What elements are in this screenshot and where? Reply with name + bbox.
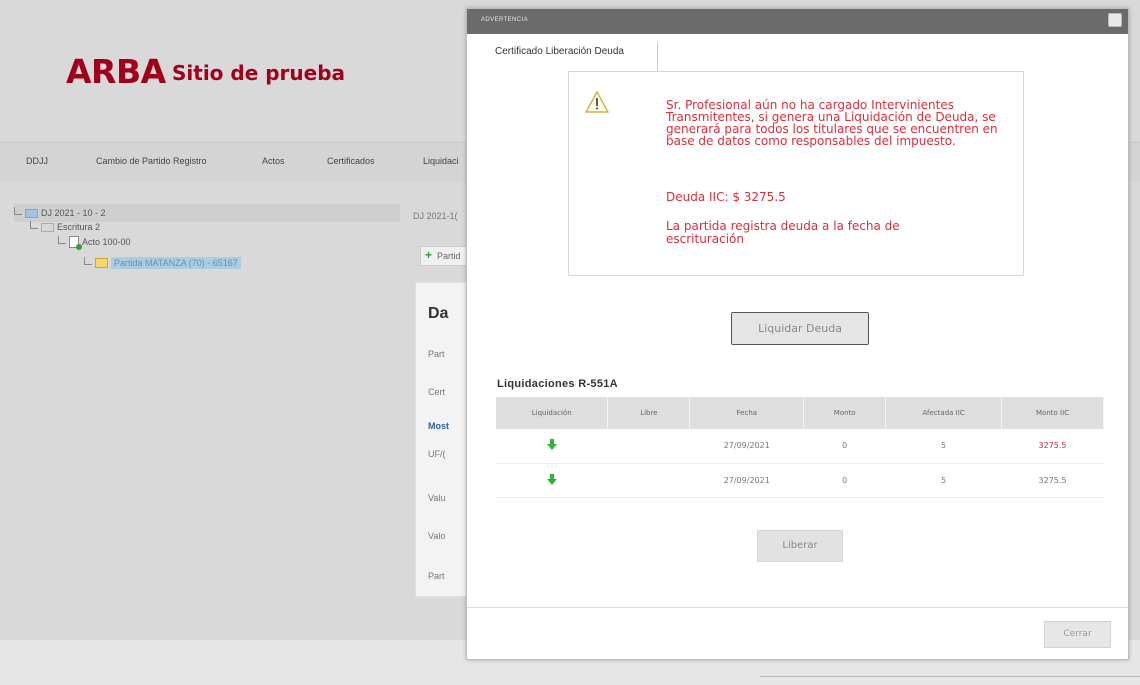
add-partida-button[interactable]: Partid (420, 246, 470, 266)
liquidar-deuda-button[interactable]: Liquidar Deuda (731, 312, 869, 345)
card-row-label: Part (428, 349, 445, 359)
tree-item-root[interactable]: DJ 2021 - 10 - 2 (14, 204, 400, 222)
tree-label: Partida MATANZA (70) - 65167 (111, 257, 241, 269)
folder-open-icon (25, 208, 38, 218)
nav-item-ddjj[interactable]: DDJJ (26, 156, 48, 166)
card-row-label: Part (428, 571, 445, 581)
afectada-cell: 5 (885, 429, 1002, 464)
tree-item-acto[interactable]: Acto 100-00 (58, 236, 131, 250)
card-link[interactable]: Most (428, 421, 449, 431)
download-icon[interactable] (546, 473, 557, 485)
fecha-cell: 27/09/2021 (689, 429, 804, 464)
liquidaciones-table: Liquidación Libre Fecha Monto Afectada I… (496, 397, 1104, 498)
arba-logo: ARBA (66, 52, 166, 91)
libre-cell (607, 429, 690, 464)
title-divider (657, 42, 658, 72)
card-title: Da (428, 305, 449, 322)
column-header: Fecha (689, 397, 805, 429)
footer-divider (467, 607, 1128, 608)
close-icon[interactable] (1108, 13, 1122, 27)
liquidacion-cell (496, 429, 608, 464)
nav-item-cambio-partido[interactable]: Cambio de Partido Registro (96, 156, 207, 166)
tree-label: Acto 100-00 (82, 237, 131, 247)
card-row-label: UF/( (428, 449, 446, 459)
bottom-divider (760, 676, 1140, 677)
nav-item-actos[interactable]: Actos (262, 156, 285, 166)
expand-icon[interactable] (30, 221, 38, 229)
table-row: 27/09/2021 0 5 3275.5 (496, 429, 1104, 464)
liberar-button[interactable]: Liberar (757, 530, 843, 562)
libre-cell (607, 463, 690, 498)
tree-item-partida[interactable]: Partida MATANZA (70) - 65167 (84, 257, 241, 269)
column-header: Monto IIC (1001, 397, 1104, 429)
debt-amount: Deuda IIC: $ 3275.5 (666, 190, 786, 204)
site-subtitle: Sitio de prueba (172, 61, 346, 85)
debt-note: La partida registra deuda a la fecha de … (666, 219, 900, 246)
nav-item-liquidaciones[interactable]: Liquidaci (423, 156, 459, 166)
tree-connector-icon (84, 257, 92, 265)
warning-box: Sr. Profesional aún no ha cargado Interv… (568, 71, 1024, 276)
liquidaciones-title: Liquidaciones R-551A (497, 378, 618, 390)
folder-yellow-icon (95, 258, 108, 268)
column-header: Afectada IIC (885, 397, 1003, 429)
card-row-label: Cert (428, 387, 446, 397)
folder-icon (41, 222, 54, 232)
column-header: Liquidación (496, 397, 609, 429)
fecha-cell: 27/09/2021 (689, 463, 804, 498)
table-header-row: Liquidación Libre Fecha Monto Afectada I… (496, 397, 1104, 429)
column-header: Libre (607, 397, 691, 429)
advertencia-dialog: ADVERTENCIA Certificado Liberación Deuda… (466, 8, 1129, 660)
certificate-title: Certificado Liberación Deuda (495, 46, 624, 57)
afectada-cell: 5 (885, 463, 1002, 498)
expand-icon[interactable] (58, 236, 66, 244)
monto-cell: 0 (803, 429, 886, 464)
tree-item-escritura[interactable]: Escritura 2 (30, 221, 101, 232)
card-row-label: Valu (428, 493, 446, 503)
dialog-title: ADVERTENCIA (481, 17, 528, 23)
download-icon[interactable] (546, 439, 557, 451)
tree-label: Escritura 2 (57, 222, 101, 232)
monto-cell: 0 (803, 463, 886, 498)
document-check-icon (69, 236, 82, 250)
monto-iic-cell: 3275.5 (1001, 429, 1104, 464)
cerrar-button[interactable]: Cerrar (1044, 621, 1111, 648)
expand-icon[interactable] (14, 207, 22, 215)
column-header: Monto (803, 397, 887, 429)
warning-triangle-icon (585, 90, 609, 113)
dialog-titlebar[interactable]: ADVERTENCIA (467, 9, 1128, 34)
table-row: 27/09/2021 0 5 3275.5 (496, 463, 1104, 498)
monto-iic-cell: 3275.5 (1001, 463, 1104, 498)
card-row-label: Valo (428, 531, 446, 541)
dj-reference: DJ 2021-1( (413, 211, 458, 221)
warning-message: Sr. Profesional aún no ha cargado Interv… (666, 98, 998, 148)
liquidacion-cell (496, 463, 608, 498)
nav-item-certificados[interactable]: Certificados (327, 156, 375, 166)
tree-label: DJ 2021 - 10 - 2 (41, 208, 106, 218)
